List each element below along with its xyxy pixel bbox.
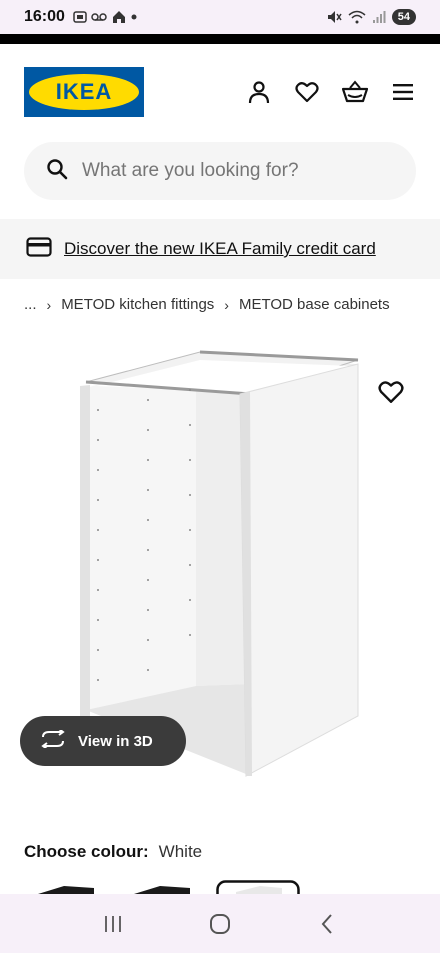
header-icons [246,79,416,105]
breadcrumb: ... › METOD kitchen fittings › METOD bas… [24,296,390,313]
credit-card-link[interactable]: Discover the new IKEA Family credit card [64,239,376,259]
colour-value: White [158,842,203,861]
view-in-3d-button[interactable]: View in 3D [20,716,186,766]
colour-swatches [24,880,424,894]
swatch-white-selected[interactable] [216,880,300,894]
home-icon [112,11,125,23]
rotate-3d-icon [40,727,66,753]
signal-icon [372,11,386,23]
recent-apps-icon[interactable] [93,909,133,939]
colour-row: Choose colour: White [24,842,202,862]
search-icon [46,158,68,185]
credit-card-banner[interactable]: Discover the new IKEA Family credit card [0,219,440,279]
wifi-icon [348,10,366,24]
search-bar[interactable] [24,142,416,200]
search-input[interactable] [82,160,382,182]
status-right: 54 [326,9,416,25]
menu-icon[interactable] [390,79,416,105]
heart-icon[interactable] [294,79,320,105]
logo-text: IKEA [55,79,113,104]
favourite-heart-icon[interactable] [378,380,406,408]
dot-icon [131,14,137,20]
mute-icon [327,11,342,23]
logo-oval: IKEA [29,74,139,110]
colour-label: Choose colour: [24,842,149,861]
back-icon[interactable] [307,909,347,939]
breadcrumb-ellipsis[interactable]: ... [24,296,37,313]
status-bar: 16:00 54 [0,0,440,34]
ikea-logo[interactable]: IKEA [24,67,144,117]
top-divider [0,34,440,44]
credit-card-icon [26,236,52,262]
breadcrumb-item-base-cabinets[interactable]: METOD base cabinets [239,296,390,313]
android-nav-bar [0,894,440,953]
chevron-right-icon: › [46,296,52,313]
view-in-3d-label: View in 3D [78,732,153,750]
swatch-black[interactable] [34,880,118,894]
battery-indicator: 54 [391,9,416,25]
swatch-dark[interactable] [130,880,214,894]
voicemail-icon [91,13,107,21]
basket-icon[interactable] [342,79,368,105]
site-header: IKEA [0,44,440,140]
status-time: 16:00 [24,8,65,25]
account-icon[interactable] [246,79,272,105]
status-notification-icons [73,9,137,25]
breadcrumb-item-kitchen-fittings[interactable]: METOD kitchen fittings [61,296,214,313]
home-button-icon[interactable] [200,909,240,939]
screenshot-icon [73,11,87,23]
chevron-right-icon: › [224,296,229,313]
